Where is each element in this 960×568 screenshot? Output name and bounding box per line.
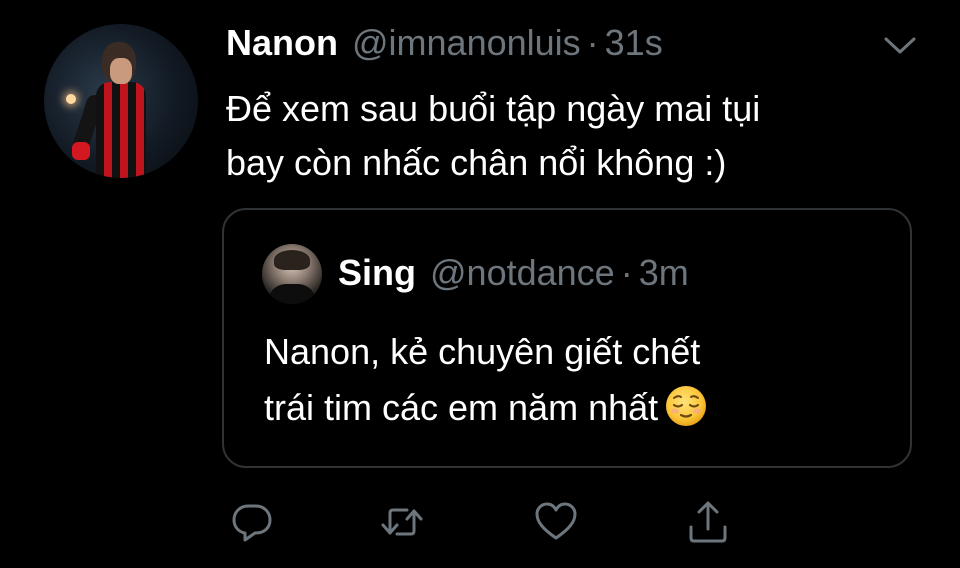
share-icon [685,499,731,550]
quoted-tweet-card[interactable]: Sing @notdance · 3m Nanon, kẻ chuyên giế… [222,208,912,468]
avatar-photo-light [66,94,76,104]
header-separator: · [586,22,599,63]
tweet-timestamp[interactable]: 31s [605,22,663,64]
reply-button[interactable] [228,500,276,548]
relieved-face-emoji-icon [664,384,708,428]
quoted-tweet-text: Nanon, kẻ chuyên giết chết trái tim các … [264,324,884,436]
author-display-name[interactable]: Nanon [226,22,338,64]
avatar-photo-jersey [96,82,146,178]
quoted-handle: @notdance [430,252,615,293]
author-handle[interactable]: @imnanonluis [352,22,581,64]
reply-icon [229,499,275,550]
retweet-icon [379,499,425,550]
quoted-display-name: Sing [338,252,416,293]
heart-icon [533,499,579,550]
tweet-action-bar [0,500,960,550]
retweet-button[interactable] [378,500,426,548]
tweet-text-line: bay còn nhấc chân nổi không :) [226,142,727,183]
quoted-timestamp: 3m [638,252,689,293]
tweet-text: Để xem sau buổi tập ngày mai tụi bay còn… [226,82,926,190]
avatar-photo-glove [72,142,90,160]
avatar-photo-face [110,58,132,84]
quoted-tweet-header: Sing @notdance · 3m [338,252,689,294]
share-button[interactable] [684,500,732,548]
author-avatar[interactable] [44,24,198,178]
quoted-text-line: Nanon, kẻ chuyên giết chết [264,331,701,372]
quoted-avatar-shirt [268,284,316,304]
like-button[interactable] [532,500,580,548]
quoted-avatar-hair [274,250,310,270]
quoted-header-separator: · [620,252,633,293]
tweet-header: Nanon @imnanonluis · 31s [226,22,663,70]
tweet-text-line: Để xem sau buổi tập ngày mai tụi [226,88,761,129]
chevron-down-icon[interactable] [880,32,920,58]
quoted-text-line: trái tim các em năm nhất [264,387,659,428]
quoted-author-avatar[interactable] [262,244,322,304]
quoted-text-line-with-emoji: trái tim các em năm nhất [264,380,884,436]
